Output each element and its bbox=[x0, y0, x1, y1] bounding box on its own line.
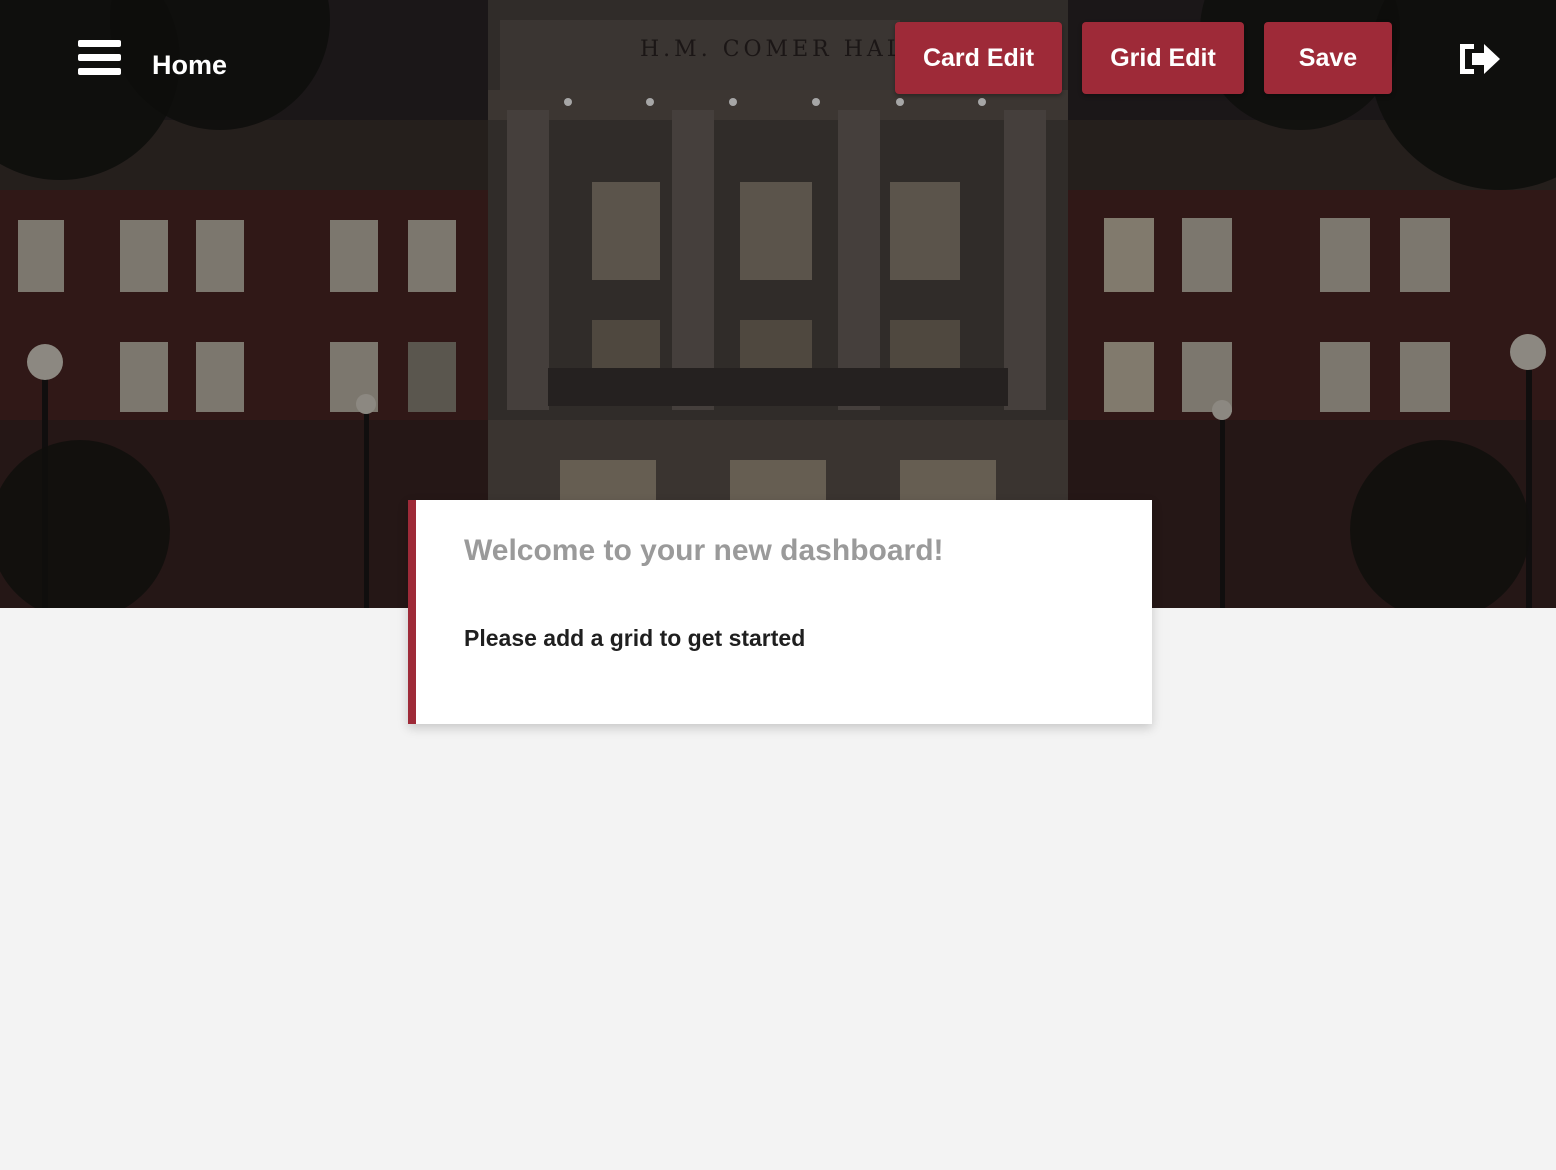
card-edit-button[interactable]: Card Edit bbox=[895, 22, 1062, 94]
grid-edit-button[interactable]: Grid Edit bbox=[1082, 22, 1244, 94]
save-button[interactable]: Save bbox=[1264, 22, 1392, 94]
page-title: Home bbox=[152, 50, 228, 80]
sign-out-icon[interactable] bbox=[1456, 40, 1502, 78]
hamburger-menu-icon[interactable] bbox=[78, 40, 122, 78]
welcome-card-message: Please add a grid to get started bbox=[464, 625, 806, 651]
top-navigation-bar: Home Card Edit Grid Edit Save bbox=[0, 0, 1556, 120]
welcome-card: Welcome to your new dashboard! Please ad… bbox=[408, 500, 1152, 724]
welcome-card-title: Welcome to your new dashboard! bbox=[464, 534, 944, 567]
